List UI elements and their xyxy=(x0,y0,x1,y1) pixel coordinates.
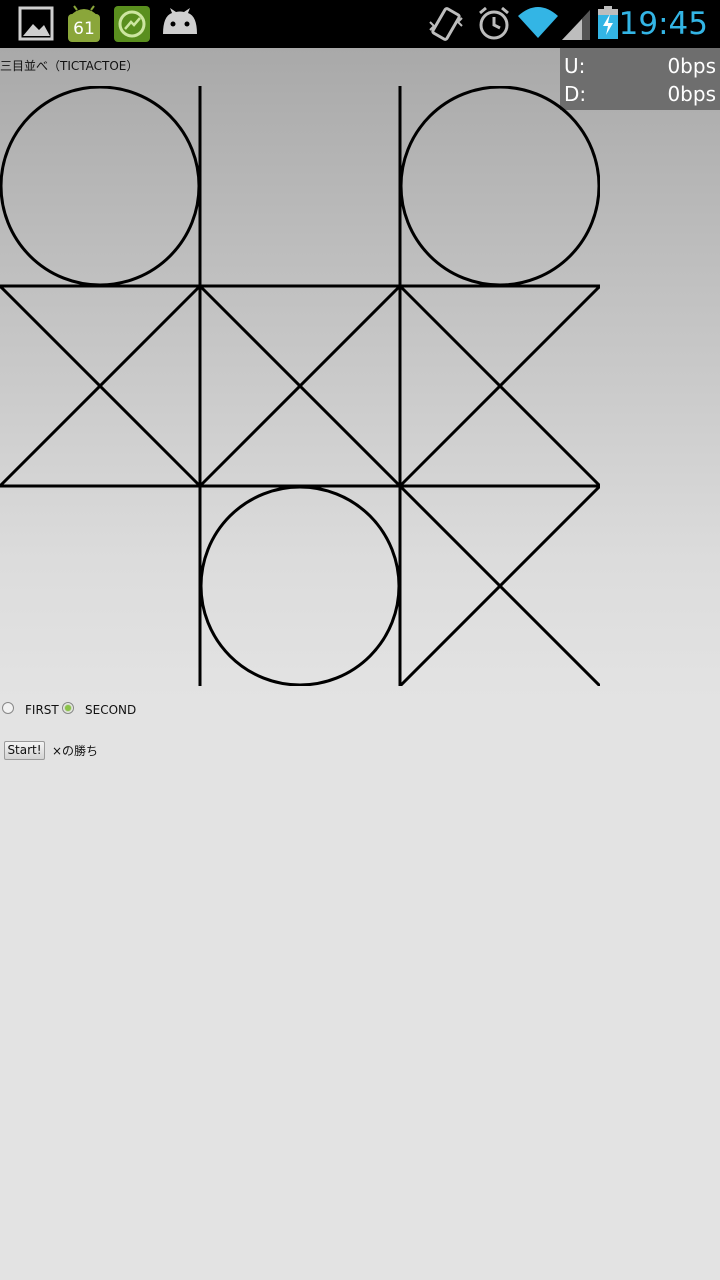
x-mark xyxy=(398,484,600,686)
start-button[interactable]: Start! xyxy=(4,741,45,760)
x-mark xyxy=(0,284,202,488)
notification-badge: 61 xyxy=(73,19,95,39)
gallery-icon xyxy=(18,6,54,41)
clock: 19:45 xyxy=(618,6,708,42)
x-mark xyxy=(198,284,402,488)
o-mark xyxy=(399,86,600,287)
radio-second-label: SECOND xyxy=(85,703,137,717)
signal-icon xyxy=(562,10,590,40)
x-mark xyxy=(398,284,600,488)
o-mark xyxy=(199,485,401,686)
vibrate-icon xyxy=(429,7,463,41)
status-bar: 61 19:45 xyxy=(0,0,720,48)
wifi-icon xyxy=(518,7,558,38)
alarm-icon xyxy=(479,6,509,40)
upload-label: U: xyxy=(564,54,586,78)
o-mark xyxy=(0,86,201,287)
upload-value: 0bps xyxy=(667,54,716,78)
page-title: 三目並べ（TICTACTOE） xyxy=(0,59,139,73)
radio-first-label: FIRST xyxy=(25,703,59,717)
radio-second[interactable] xyxy=(62,702,74,714)
game-board[interactable] xyxy=(0,86,600,686)
download-value: 0bps xyxy=(667,82,716,106)
result-text: ×の勝ち xyxy=(52,744,99,758)
android-update-icon: 61 xyxy=(64,0,104,48)
stats-app-icon xyxy=(114,6,150,42)
radio-first[interactable] xyxy=(2,702,14,714)
android-cat-icon xyxy=(163,8,197,34)
